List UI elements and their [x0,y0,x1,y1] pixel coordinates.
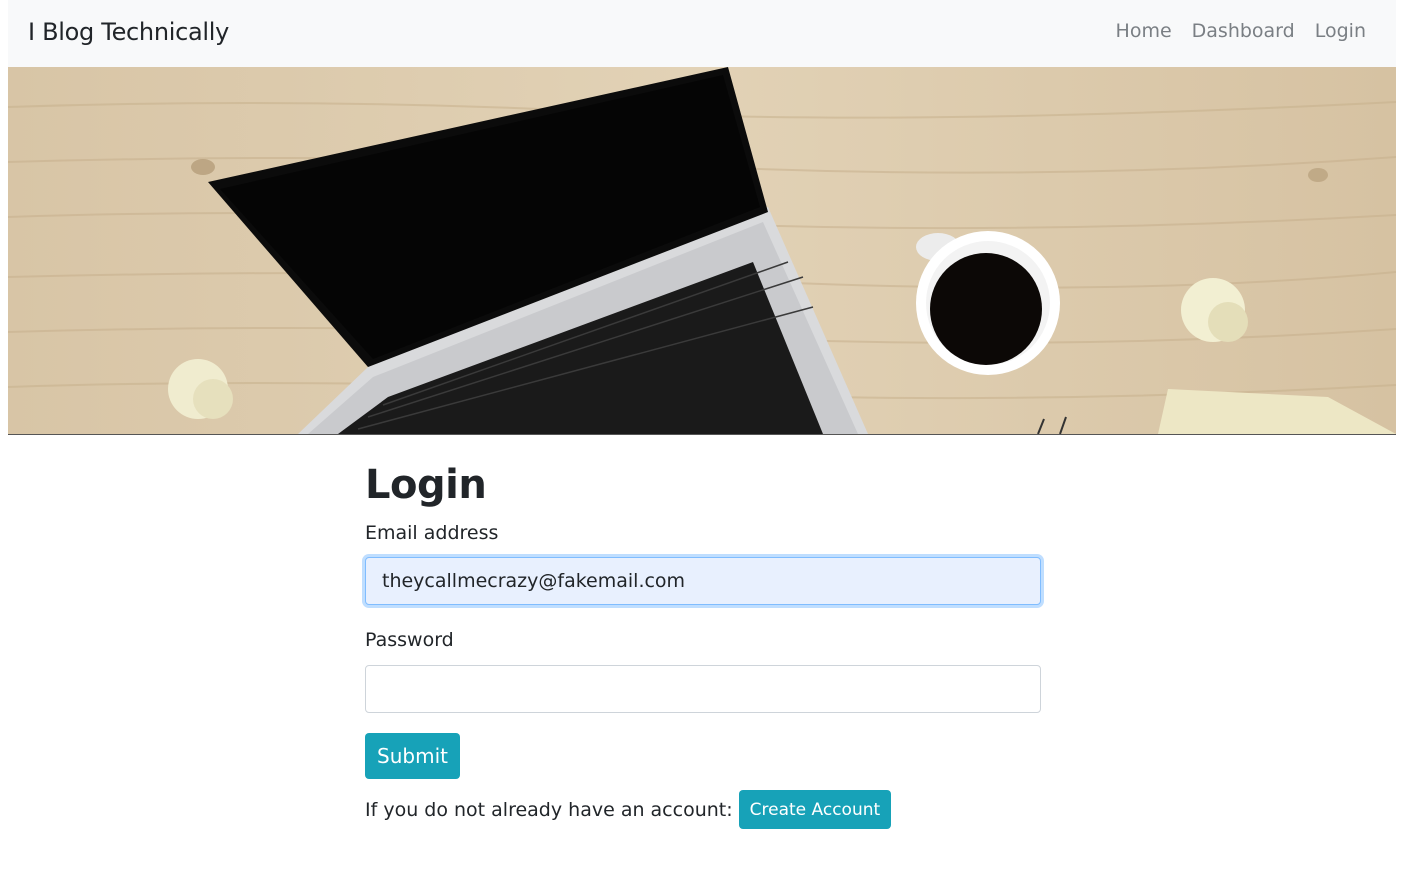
page-title: Login [365,462,487,508]
email-label: Email address [365,522,499,544]
submit-button[interactable]: Submit [365,733,460,779]
hero-banner-image [8,67,1396,435]
password-label: Password [365,629,454,651]
nav-links: Home Dashboard Login [1116,20,1366,42]
nav-link-login[interactable]: Login [1315,20,1366,42]
signup-row: If you do not already have an account: C… [365,790,892,829]
nav-link-dashboard[interactable]: Dashboard [1192,20,1295,42]
signup-prompt: If you do not already have an account: [365,798,733,821]
password-field[interactable] [365,665,1041,713]
brand-link[interactable]: I Blog Technically [28,18,229,46]
nav-link-home[interactable]: Home [1116,20,1172,42]
navbar: I Blog Technically Home Dashboard Login [8,0,1396,67]
email-field[interactable] [365,557,1041,605]
create-account-button[interactable]: Create Account [738,790,892,829]
hero-illustration [8,67,1396,434]
